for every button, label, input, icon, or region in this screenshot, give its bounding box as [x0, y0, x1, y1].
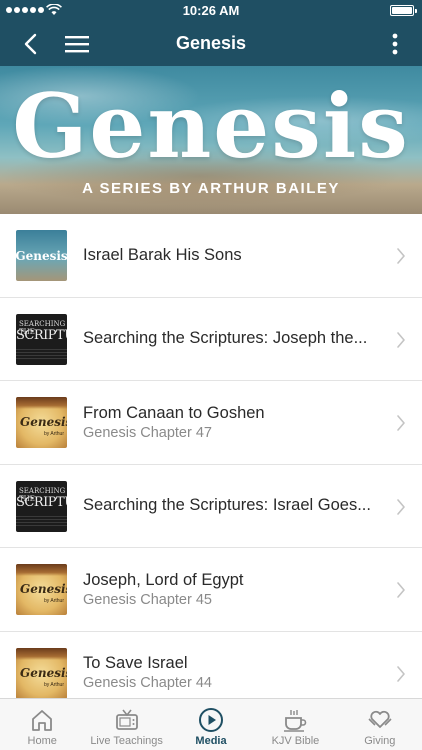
chevron-right-icon [397, 331, 405, 348]
item-text-group: Joseph, Lord of Egypt Genesis Chapter 45 [83, 548, 382, 631]
item-thumbnail: Genesis by Arthur [16, 397, 67, 448]
list-item[interactable]: SEARCHING THE SCRIPTURE Searching the Sc… [0, 297, 422, 381]
item-text-group: Searching the Scriptures: Joseph the... [83, 298, 382, 381]
thumbnail-decoration [16, 564, 67, 576]
thumbnail-text: Genesis [20, 415, 67, 429]
item-title: To Save Israel [83, 654, 188, 673]
tab-live-teachings[interactable]: Live Teachings [84, 699, 168, 750]
thumbnail-text: Genesis [16, 248, 67, 263]
thumbnail-text: SCRIPTURE [16, 494, 67, 510]
item-text-group: From Canaan to Goshen Genesis Chapter 47 [83, 381, 382, 464]
battery-icon [390, 5, 417, 16]
status-bar: 10:26 AM [0, 0, 422, 22]
tab-label: Media [195, 735, 227, 747]
item-title: Searching the Scriptures: Joseph the... [83, 329, 368, 348]
heart-hand-icon [368, 710, 392, 728]
coffee-cup-icon [284, 710, 307, 732]
tab-media[interactable]: Media [169, 699, 253, 750]
banner-title: Genesis [12, 74, 410, 178]
tv-icon [115, 709, 138, 730]
tab-label: Live Teachings [90, 735, 163, 747]
chevron-right-icon [397, 248, 405, 264]
tab-home[interactable]: Home [0, 699, 84, 750]
item-title: Israel Barak His Sons [83, 245, 242, 264]
thumbnail-text: by Arthur [43, 681, 64, 688]
thumbnail-decoration [16, 513, 67, 526]
thumbnail-text: by Arthur [43, 431, 64, 437]
thumbnail-text: Genesis [20, 665, 67, 680]
tab-kjv-bible[interactable]: KJV Bible [253, 699, 337, 750]
list-item[interactable]: Genesis by Arthur To Save Israel Genesis C… [0, 631, 422, 699]
item-thumbnail: Genesis [16, 230, 67, 281]
tab-label: Giving [364, 735, 396, 747]
list-item[interactable]: Genesis Israel Barak His Sons [0, 214, 422, 298]
thumbnail-text: Genesis [20, 582, 67, 596]
item-title: From Canaan to Goshen [83, 403, 265, 422]
item-title: Joseph, Lord of Egypt [83, 570, 244, 589]
more-options-icon[interactable] [390, 31, 400, 57]
item-thumbnail: Genesis by Arthur [16, 564, 67, 615]
list-item[interactable]: Genesis by Arthur From Canaan to Goshen Ge… [0, 381, 422, 465]
tab-label: Home [27, 735, 57, 747]
chevron-right-icon [397, 582, 405, 598]
item-subtitle: Genesis Chapter 45 [83, 591, 212, 608]
item-text-group: Israel Barak His Sons [83, 214, 382, 297]
item-text-group: To Save Israel Genesis Chapter 44 [83, 632, 382, 699]
hamburger-menu-icon[interactable] [64, 33, 90, 55]
thumbnail-decoration [16, 397, 67, 409]
navigation-bar: Genesis [0, 22, 422, 66]
banner-subtitle: A SERIES BY ARTHUR BAILEY [82, 180, 340, 197]
item-thumbnail: Genesis by Arthur [16, 647, 67, 698]
list-item[interactable]: SEARCHING THE SCRIPTURE Searching the Sc… [0, 464, 422, 548]
item-subtitle: Genesis Chapter 47 [83, 424, 212, 441]
item-thumbnail: SEARCHING THE SCRIPTURE [16, 313, 67, 365]
item-subtitle: Genesis Chapter 44 [83, 675, 212, 692]
teaching-list: Genesis Israel Barak His Sons SEARCHING TH… [0, 214, 422, 698]
item-title: Searching the Scriptures: Israel Goes... [83, 496, 371, 515]
thumbnail-text: by Arthur [43, 598, 64, 604]
chevron-right-icon [397, 415, 405, 431]
thumbnail-decoration [16, 346, 67, 359]
chevron-right-icon [397, 665, 405, 682]
tab-label: KJV Bible [271, 735, 320, 747]
item-text-group: Searching the Scriptures: Israel Goes... [83, 465, 382, 548]
thumbnail-decoration [16, 647, 67, 660]
back-icon[interactable] [18, 31, 46, 57]
tab-bar: Home Live Teachings Media KJV Bible Giving [0, 698, 422, 750]
thumbnail-text: SCRIPTURE [16, 327, 67, 343]
tab-giving[interactable]: Giving [338, 699, 422, 750]
status-time: 10:26 AM [182, 3, 240, 18]
item-thumbnail: SEARCHING THE SCRIPTURE [16, 480, 67, 532]
series-banner: Genesis A SERIES BY ARTHUR BAILEY [0, 66, 422, 214]
chevron-right-icon [397, 498, 405, 515]
list-item[interactable]: Genesis by Arthur Joseph, Lord of Egypt Ge… [0, 548, 422, 632]
home-icon [32, 710, 53, 731]
play-circle-icon [199, 708, 224, 732]
